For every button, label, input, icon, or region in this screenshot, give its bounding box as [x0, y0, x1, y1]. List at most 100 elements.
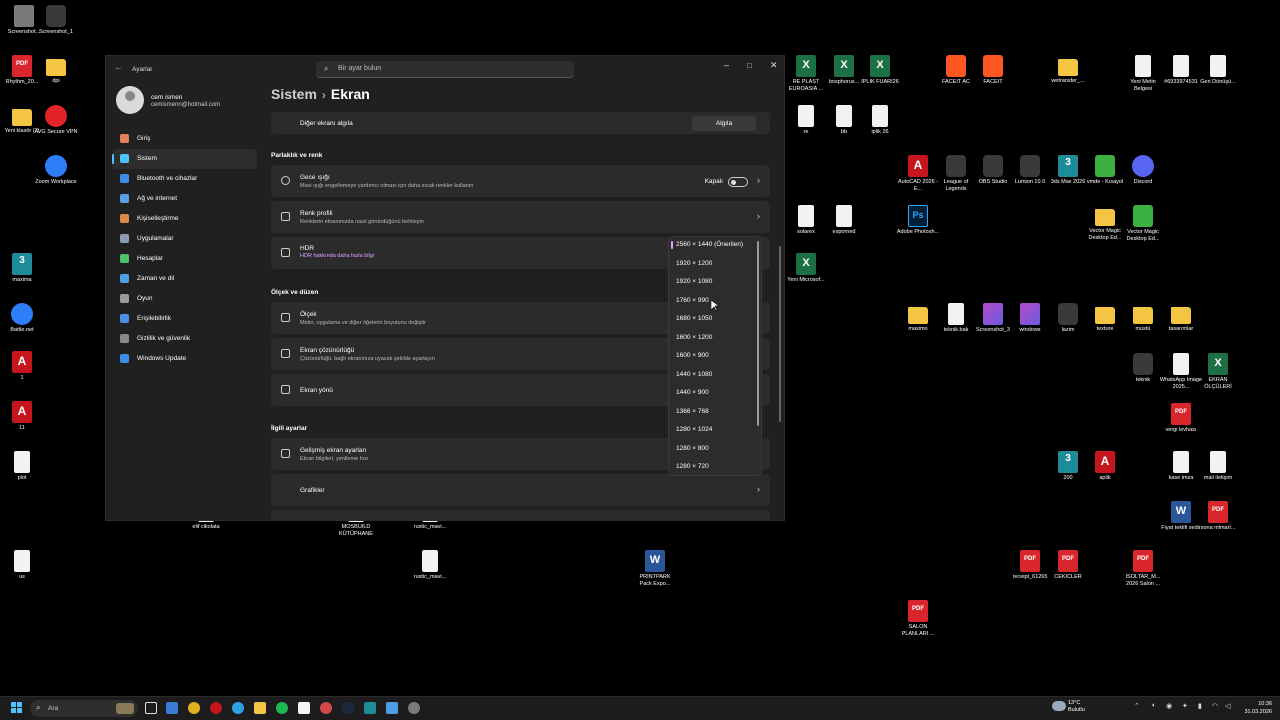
desktop-icon[interactable]: Zoom Workplace: [34, 155, 78, 186]
night-light-toggle[interactable]: [728, 177, 748, 187]
weather-widget[interactable]: 13°C Bulutlu: [1068, 700, 1085, 714]
desktop-icon[interactable]: CEKICLER: [1046, 550, 1090, 581]
back-arrow-icon[interactable]: ←: [114, 62, 123, 72]
desktop-icon[interactable]: Adobe Photosh...: [896, 205, 940, 236]
chevron-up-icon[interactable]: ⌃: [1134, 702, 1140, 710]
desktop-icon[interactable]: iplik 26: [858, 105, 902, 136]
sidebar-item[interactable]: Erişilebilirlik: [112, 309, 257, 329]
resolution-option[interactable]: 1920 × 1080: [676, 278, 712, 285]
resolution-option[interactable]: 1280 × 720: [676, 463, 709, 470]
volume-icon[interactable]: ◁: [1225, 702, 1230, 710]
resolution-option[interactable]: 1366 × 768: [676, 408, 709, 415]
resolution-option[interactable]: 1440 × 900: [676, 389, 709, 396]
desktop-icon[interactable]: Screenshot_1: [34, 5, 78, 36]
search-input[interactable]: ⌕ Bir ayar bulun: [316, 61, 574, 78]
resolution-option[interactable]: 1280 × 1024: [676, 426, 712, 433]
desktop-icon[interactable]: us: [0, 550, 44, 581]
taskbar-search[interactable]: ⌕ Ara: [30, 700, 138, 717]
file-explorer-icon[interactable]: [254, 702, 266, 714]
dropdown-scrollbar[interactable]: [757, 241, 759, 426]
sidebar-item[interactable]: Hesaplar: [112, 249, 257, 269]
sidebar-item[interactable]: Gizlilik ve güvenlik: [112, 329, 257, 349]
wifi-icon[interactable]: ◠: [1212, 702, 1218, 710]
edge-icon[interactable]: [232, 702, 244, 714]
desktop-icon[interactable]: sona mimarl...: [1196, 501, 1240, 532]
close-button[interactable]: ✕: [770, 60, 778, 71]
sidebar-item-icon: [120, 154, 129, 163]
resolution-option[interactable]: 1600 × 1200: [676, 334, 712, 341]
desktop-icon[interactable]: Vector Magic Desktop Ed...: [1121, 205, 1165, 242]
desktop-icon[interactable]: SALON PLANLARI ...: [896, 600, 940, 637]
resolution-option[interactable]: 2560 × 1440 (Önerilen): [676, 241, 743, 248]
desktop-icon[interactable]: Geri Dönüşü...: [1196, 55, 1240, 86]
app-icon[interactable]: [320, 702, 332, 714]
desktop-icon[interactable]: plot: [0, 451, 44, 482]
desktop-icon[interactable]: exporned: [822, 205, 866, 236]
notepad-icon[interactable]: [298, 702, 310, 714]
spotify-icon[interactable]: [276, 702, 288, 714]
desktop-icon[interactable]: aplik: [1083, 451, 1127, 482]
resolution-option[interactable]: 1920 × 1200: [676, 260, 712, 267]
desktop-icon[interactable]: FACEIT: [971, 55, 1015, 86]
desktop-icon[interactable]: 1: [0, 351, 44, 382]
night-light-row[interactable]: Gece ışığı Mavi ışığı engellemeye yardım…: [271, 165, 770, 197]
chrome-icon[interactable]: [188, 702, 200, 714]
minimize-button[interactable]: –: [724, 60, 729, 70]
graphics-row[interactable]: Grafikler ›: [271, 474, 770, 506]
desktop-icon-label: PRINTPARK Pack Expo...: [639, 574, 671, 587]
desktop-icon[interactable]: Yeni Microsof...: [784, 253, 828, 284]
tray-app-icon[interactable]: ✦: [1182, 702, 1188, 710]
sidebar-item[interactable]: Bluetooth ve cihazlar: [112, 169, 257, 189]
tray-app-icon[interactable]: ◉: [1166, 702, 1172, 710]
hdr-learn-more-link[interactable]: HDR hakkında daha fazla bilgi: [300, 253, 374, 259]
snipping-tool-icon[interactable]: [386, 702, 398, 714]
opera-icon[interactable]: [210, 702, 222, 714]
steam-icon[interactable]: [342, 702, 354, 714]
desktop-icon[interactable]: IPLIK FUARI26: [858, 55, 902, 86]
desktop-icon[interactable]: 11: [0, 401, 44, 432]
settings-gear-icon[interactable]: [408, 702, 420, 714]
sidebar-item[interactable]: Oyun: [112, 289, 257, 309]
desktop-icon[interactable]: AVG Secure VPN: [34, 105, 78, 136]
desktop-icon[interactable]: ISOLTAR_M... 2026 Salon ...: [1121, 550, 1165, 587]
desktop-icon[interactable]: mail iletişim: [1196, 451, 1240, 482]
sidebar-item[interactable]: Uygulamalar: [112, 229, 257, 249]
detect-button[interactable]: Algıla: [692, 116, 756, 131]
resolution-option[interactable]: 1760 × 990: [676, 297, 709, 304]
resolution-dropdown[interactable]: 2560 × 1440 (Önerilen) 1920 × 1200 1920 × …: [668, 236, 762, 476]
sidebar-item[interactable]: Zaman ve dil: [112, 269, 257, 289]
desktop-icon[interactable]: PRINTPARK Pack Expo...: [633, 550, 677, 587]
sidebar-item[interactable]: Giriş: [112, 129, 257, 149]
sidebar-item[interactable]: Ağ ve internet: [112, 189, 257, 209]
clock[interactable]: 10:36 31.03.2026: [1238, 700, 1272, 716]
microphone-icon[interactable]: ▮: [1198, 702, 1202, 710]
task-view-icon[interactable]: [145, 702, 157, 714]
desktop-icon[interactable]: Discord: [1121, 155, 1165, 186]
sidebar-item[interactable]: Windows Update: [112, 349, 257, 369]
sidebar-item[interactable]: Sistem: [112, 149, 257, 169]
desktop-icon[interactable]: rustic_mavi...: [408, 550, 452, 581]
desktop-icon[interactable]: maxima: [0, 253, 44, 284]
desktop-icon[interactable]: dpi: [34, 55, 78, 85]
weather-cloud-icon: [1052, 701, 1066, 711]
desktop-icon-label: rustic_mavi...: [413, 524, 447, 530]
desktop-icon[interactable]: wetransfer_...: [1046, 55, 1090, 85]
desktop-icon[interactable]: tasarımlar: [1159, 303, 1203, 333]
resolution-option[interactable]: 1680 × 1050: [676, 315, 712, 322]
sidebar-item[interactable]: Kişiselleştirme: [112, 209, 257, 229]
breadcrumb-parent[interactable]: Sistem: [271, 86, 317, 102]
3ds-max-icon[interactable]: [364, 702, 376, 714]
tray-app-icon[interactable]: ◖: [1151, 702, 1155, 709]
windows-start-icon[interactable]: [11, 702, 22, 713]
desktop-icon[interactable]: vergi levhası: [1159, 403, 1203, 434]
copilot-icon[interactable]: [166, 702, 178, 714]
resolution-option[interactable]: 1440 × 1080: [676, 371, 712, 378]
resolution-option[interactable]: 1280 × 800: [676, 445, 709, 452]
desktop-icon[interactable]: EKRAN ÖLÇÜLERİ: [1196, 353, 1240, 390]
desktop-icon[interactable]: Battle.net: [0, 303, 44, 334]
maximize-button[interactable]: □: [747, 61, 752, 70]
window-scrollbar[interactable]: [779, 246, 781, 422]
resolution-option[interactable]: 1600 × 900: [676, 352, 709, 359]
max-file-icon: [1058, 451, 1078, 473]
color-profile-row[interactable]: Renk profili Renklerin ekranınızda nasıl…: [271, 201, 770, 233]
